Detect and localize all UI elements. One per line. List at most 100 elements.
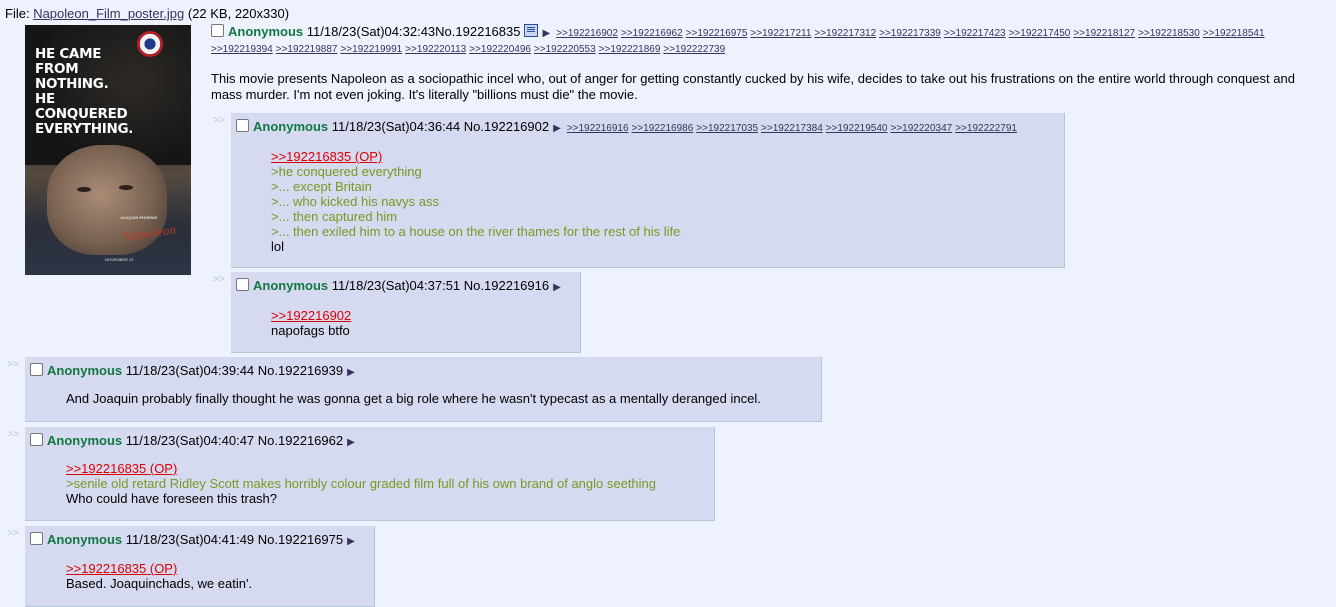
reply-post: Anonymous 11/18/23(Sat)04:41:49 No.19221… <box>25 526 375 607</box>
reply-post: Anonymous 11/18/23(Sat)04:36:44 No.19221… <box>231 113 1065 268</box>
post-no-link[interactable]: 192216902 <box>484 119 549 134</box>
op-backlinks: >>192216902 >>192216962 >>192216975 >>19221… <box>556 28 1267 39</box>
op-message: This movie presents Napoleon as a sociop… <box>211 71 1295 102</box>
backlink[interactable]: >>192220496 <box>469 44 531 55</box>
post-datetime: 11/18/23(Sat)04:40:47 <box>125 433 255 448</box>
backlink[interactable]: >>192222739 <box>663 44 725 55</box>
backlink[interactable]: >>192217312 <box>814 28 876 39</box>
backlink[interactable]: >>192219887 <box>276 44 338 55</box>
post-no-label[interactable]: No. <box>258 433 278 448</box>
backlink[interactable]: >>192220113 <box>405 44 466 55</box>
file-label: File: <box>5 6 30 21</box>
reply-checkbox[interactable] <box>30 433 43 446</box>
side-arrows: >> <box>7 359 19 370</box>
post-datetime: 11/18/23(Sat)04:41:49 <box>125 532 255 547</box>
backlink[interactable]: >>192218127 <box>1073 28 1135 39</box>
op-post: Anonymous 11/18/23(Sat)04:32:43No.192216… <box>211 24 1333 103</box>
poster-tagline-line: HE CAME FROM <box>35 46 102 77</box>
poster-name: Anonymous <box>228 24 304 39</box>
post-no-label[interactable]: No. <box>258 532 278 547</box>
poster-name: Anonymous <box>47 363 123 378</box>
post-number: No.192216835 <box>435 24 520 39</box>
reply-message: >>192216835 (OP) Based. Joaquinchads, we… <box>25 547 374 591</box>
reply-checkbox[interactable] <box>236 119 249 132</box>
post-menu-icon[interactable]: ▶ <box>542 27 550 41</box>
post-number: No.192216939 <box>258 363 343 378</box>
poster-tagline-line: NOTHING. <box>35 76 109 92</box>
reply-message: >>192216835 (OP) >senile old retard Ridl… <box>25 448 714 506</box>
post-menu-icon[interactable]: ▶ <box>347 536 355 547</box>
op-backlinks-line2: >>192219394 >>192219887 >>192219991 >>19222… <box>211 44 728 55</box>
quote-link[interactable]: >>192216835 (OP) <box>66 561 177 576</box>
backlink[interactable]: >>192222791 <box>955 123 1017 134</box>
quote-link[interactable]: >>192216902 <box>271 308 351 323</box>
poster-credits: JOAQUIN PHOENIX <box>120 215 158 220</box>
reply-checkbox[interactable] <box>30 363 43 376</box>
file-link[interactable]: Napoleon_Film_poster.jpg <box>33 6 184 21</box>
reply-backlinks: >>192216916 >>192216986 >>192217035 >>19221… <box>567 123 1020 134</box>
post-number: No.192216916 <box>464 278 549 293</box>
reply-header: Anonymous 11/18/23(Sat)04:36:44 No.19221… <box>231 113 1064 134</box>
side-arrows: >> <box>7 429 19 440</box>
backlink[interactable]: >>192216962 <box>621 28 683 39</box>
message-text: napofags btfo <box>271 323 350 338</box>
backlink[interactable]: >>192217423 <box>944 28 1006 39</box>
backlink[interactable]: >>192217211 <box>750 28 811 39</box>
message-text: Based. Joaquinchads, we eatin'. <box>66 576 253 591</box>
side-arrows: >> <box>7 528 19 539</box>
backlink[interactable]: >>192221869 <box>599 44 661 55</box>
backlink[interactable]: >>192219394 <box>211 44 273 55</box>
post-file-icon[interactable] <box>524 24 539 37</box>
backlink[interactable]: >>192216986 <box>632 123 694 134</box>
post-menu-icon[interactable]: ▶ <box>347 367 355 378</box>
post-menu-icon[interactable]: ▶ <box>553 282 561 293</box>
backlink[interactable]: >>192219991 <box>340 44 402 55</box>
quote-link[interactable]: >>192216835 (OP) <box>271 149 382 164</box>
backlink[interactable]: >>192217450 <box>1009 28 1071 39</box>
poster-name: Anonymous <box>47 433 123 448</box>
op-thumbnail[interactable]: HE CAME FROM NOTHING. HE CONQUERED EVERY… <box>25 25 191 275</box>
side-arrows: >> <box>213 115 225 126</box>
post-number: No.192216975 <box>258 532 343 547</box>
reply-message: And Joaquin probably finally thought he … <box>25 378 821 406</box>
post-no-link[interactable]: 192216835 <box>455 24 520 39</box>
reply-checkbox[interactable] <box>30 532 43 545</box>
backlink[interactable]: >>192218541 <box>1203 28 1265 39</box>
side-arrows: >> <box>213 274 225 285</box>
greentext-line: >... then captured him <box>271 209 398 224</box>
greentext-line: >he conquered everything <box>271 164 422 179</box>
reply-checkbox[interactable] <box>236 278 249 291</box>
backlink[interactable]: >>192216902 <box>556 28 618 39</box>
op-post-checkbox[interactable] <box>211 24 224 37</box>
post-number: No.192216902 <box>464 119 549 134</box>
reply-header: Anonymous 11/18/23(Sat)04:39:44 No.19221… <box>25 357 821 378</box>
backlink[interactable]: >>192217339 <box>879 28 941 39</box>
poster-eye-right <box>119 185 133 190</box>
post-menu-icon[interactable]: ▶ <box>347 437 355 448</box>
post-no-label[interactable]: No. <box>435 24 455 39</box>
poster-eye-left <box>77 187 91 192</box>
backlink[interactable]: >>192217384 <box>761 123 823 134</box>
post-menu-icon[interactable]: ▶ <box>553 123 561 134</box>
post-no-link[interactable]: 192216939 <box>278 363 343 378</box>
message-text: Who could have foreseen this trash? <box>66 491 278 506</box>
post-no-label[interactable]: No. <box>464 278 484 293</box>
reply-message: >>192216835 (OP) >he conquered everythin… <box>231 134 1064 254</box>
backlink[interactable]: >>192220347 <box>890 123 952 134</box>
poster-tagline: HE CAME FROM NOTHING. HE CONQUERED EVERY… <box>35 47 145 137</box>
post-no-link[interactable]: 192216916 <box>484 278 549 293</box>
quote-link[interactable]: >>192216835 (OP) <box>66 461 177 476</box>
post-no-label[interactable]: No. <box>464 119 484 134</box>
op-post-header: Anonymous 11/18/23(Sat)04:32:43No.192216… <box>211 24 1333 57</box>
greentext-line: >senile old retard Ridley Scott makes ho… <box>66 476 657 491</box>
backlink[interactable]: >>192220553 <box>534 44 596 55</box>
greentext-line: >... then exiled him to a house on the r… <box>271 224 681 239</box>
backlink[interactable]: >>192216916 <box>567 123 629 134</box>
backlink[interactable]: >>192217035 <box>696 123 758 134</box>
post-no-label[interactable]: No. <box>258 363 278 378</box>
backlink[interactable]: >>192219540 <box>826 123 888 134</box>
backlink[interactable]: >>192218530 <box>1138 28 1200 39</box>
backlink[interactable]: >>192216975 <box>686 28 748 39</box>
post-no-link[interactable]: 192216962 <box>278 433 343 448</box>
post-no-link[interactable]: 192216975 <box>278 532 343 547</box>
